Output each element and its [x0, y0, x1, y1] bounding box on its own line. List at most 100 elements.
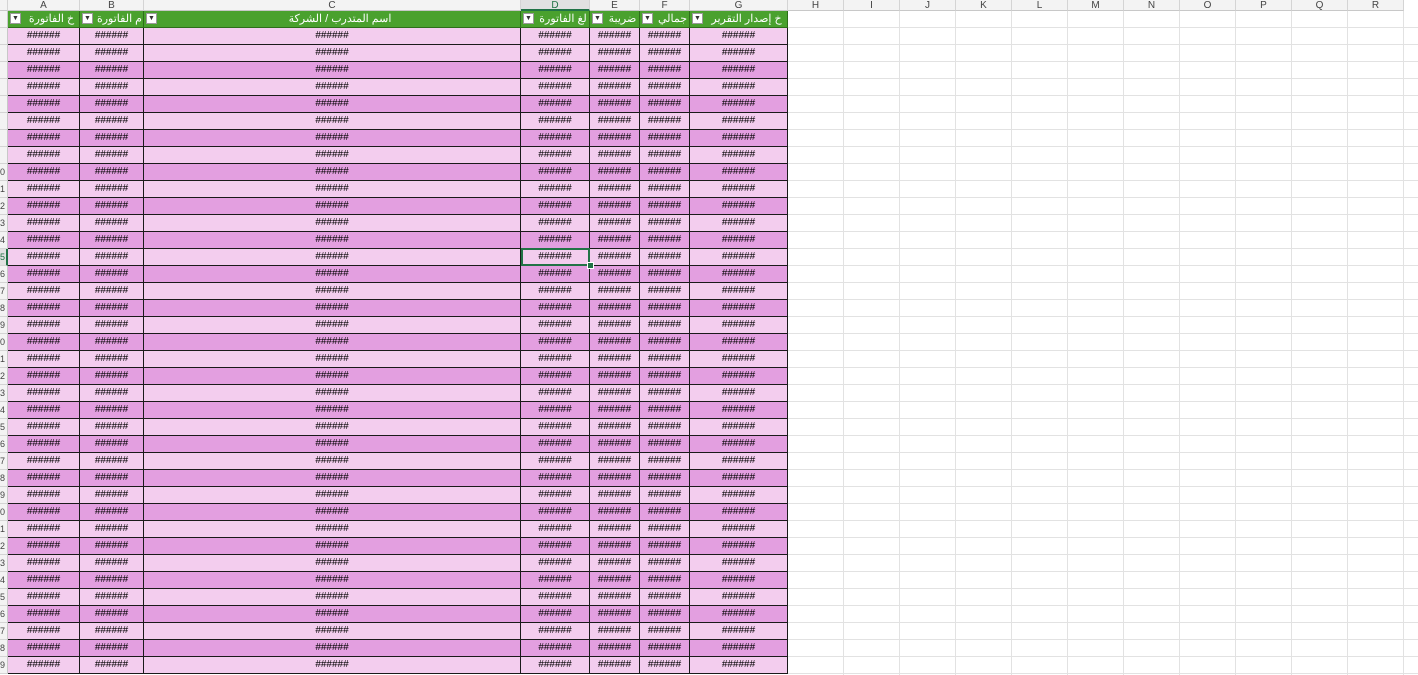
- table-cell[interactable]: ######: [690, 45, 788, 62]
- table-cell[interactable]: ######: [640, 164, 690, 181]
- table-cell[interactable]: ######: [690, 589, 788, 606]
- table-cell[interactable]: ######: [144, 555, 521, 572]
- table-cell[interactable]: ######: [640, 113, 690, 130]
- row-header[interactable]: 4: [0, 232, 8, 249]
- table-cell[interactable]: ######: [590, 249, 640, 266]
- table-cell[interactable]: ######: [8, 130, 80, 147]
- row-header[interactable]: 5: [0, 589, 8, 606]
- table-cell[interactable]: ######: [8, 572, 80, 589]
- table-cell[interactable]: ######: [521, 232, 590, 249]
- table-cell[interactable]: ######: [640, 181, 690, 198]
- table-cell[interactable]: ######: [80, 249, 144, 266]
- table-cell[interactable]: ######: [144, 385, 521, 402]
- table-cell[interactable]: ######: [640, 589, 690, 606]
- table-cell[interactable]: ######: [80, 198, 144, 215]
- table-cell[interactable]: ######: [144, 232, 521, 249]
- table-cell[interactable]: ######: [144, 589, 521, 606]
- table-cell[interactable]: ######: [8, 385, 80, 402]
- table-header-a[interactable]: خ الفاتورة ▼: [8, 11, 80, 28]
- table-cell[interactable]: ######: [8, 555, 80, 572]
- table-cell[interactable]: ######: [640, 249, 690, 266]
- table-cell[interactable]: ######: [521, 164, 590, 181]
- table-cell[interactable]: ######: [144, 657, 521, 674]
- table-cell[interactable]: ######: [690, 317, 788, 334]
- column-header-m[interactable]: M: [1068, 0, 1124, 11]
- table-cell[interactable]: ######: [590, 589, 640, 606]
- table-cell[interactable]: ######: [144, 45, 521, 62]
- table-cell[interactable]: ######: [690, 266, 788, 283]
- row-header[interactable]: 1: [0, 351, 8, 368]
- table-cell[interactable]: ######: [80, 640, 144, 657]
- table-cell[interactable]: ######: [640, 351, 690, 368]
- table-cell[interactable]: ######: [8, 28, 80, 45]
- table-cell[interactable]: ######: [640, 283, 690, 300]
- table-cell[interactable]: ######: [521, 368, 590, 385]
- filter-dropdown-icon[interactable]: ▼: [82, 13, 93, 24]
- row-header[interactable]: 7: [0, 453, 8, 470]
- table-cell[interactable]: ######: [80, 487, 144, 504]
- table-cell[interactable]: ######: [8, 147, 80, 164]
- table-cell[interactable]: ######: [144, 334, 521, 351]
- table-cell[interactable]: ######: [690, 62, 788, 79]
- row-header[interactable]: [0, 11, 8, 28]
- table-cell[interactable]: ######: [8, 334, 80, 351]
- table-cell[interactable]: ######: [144, 436, 521, 453]
- table-cell[interactable]: ######: [590, 572, 640, 589]
- row-header[interactable]: 4: [0, 402, 8, 419]
- table-cell[interactable]: ######: [640, 555, 690, 572]
- table-cell[interactable]: ######: [144, 198, 521, 215]
- table-cell[interactable]: ######: [80, 45, 144, 62]
- table-cell[interactable]: ######: [521, 606, 590, 623]
- table-cell[interactable]: ######: [80, 113, 144, 130]
- table-header-e[interactable]: ضريبة ▼: [590, 11, 640, 28]
- table-cell[interactable]: ######: [521, 487, 590, 504]
- filter-dropdown-icon[interactable]: ▼: [523, 13, 534, 24]
- table-cell[interactable]: ######: [690, 436, 788, 453]
- table-cell[interactable]: ######: [80, 623, 144, 640]
- row-header[interactable]: 3: [0, 555, 8, 572]
- table-cell[interactable]: ######: [8, 181, 80, 198]
- table-cell[interactable]: ######: [80, 334, 144, 351]
- table-cell[interactable]: ######: [690, 249, 788, 266]
- table-cell[interactable]: ######: [8, 436, 80, 453]
- column-header-n[interactable]: N: [1124, 0, 1180, 11]
- table-cell[interactable]: ######: [690, 572, 788, 589]
- table-cell[interactable]: ######: [590, 368, 640, 385]
- table-cell[interactable]: ######: [144, 317, 521, 334]
- table-cell[interactable]: ######: [80, 28, 144, 45]
- table-cell[interactable]: ######: [590, 215, 640, 232]
- row-header[interactable]: 3: [0, 385, 8, 402]
- table-cell[interactable]: ######: [690, 215, 788, 232]
- row-header[interactable]: 9: [0, 657, 8, 674]
- table-cell[interactable]: ######: [144, 147, 521, 164]
- table-cell[interactable]: ######: [144, 504, 521, 521]
- table-cell[interactable]: ######: [144, 521, 521, 538]
- table-cell[interactable]: ######: [521, 334, 590, 351]
- table-cell[interactable]: ######: [144, 572, 521, 589]
- select-all-corner[interactable]: [0, 0, 8, 11]
- column-header-r[interactable]: R: [1348, 0, 1404, 11]
- table-cell[interactable]: ######: [690, 555, 788, 572]
- table-cell[interactable]: ######: [640, 300, 690, 317]
- table-cell[interactable]: ######: [144, 249, 521, 266]
- table-cell[interactable]: ######: [144, 28, 521, 45]
- table-cell[interactable]: ######: [640, 640, 690, 657]
- table-cell[interactable]: ######: [80, 164, 144, 181]
- row-header[interactable]: [0, 113, 8, 130]
- row-header[interactable]: 8: [0, 300, 8, 317]
- table-cell[interactable]: ######: [590, 351, 640, 368]
- table-cell[interactable]: ######: [80, 402, 144, 419]
- table-cell[interactable]: ######: [144, 470, 521, 487]
- table-cell[interactable]: ######: [80, 657, 144, 674]
- table-cell[interactable]: ######: [521, 215, 590, 232]
- table-cell[interactable]: ######: [8, 368, 80, 385]
- table-cell[interactable]: ######: [521, 79, 590, 96]
- table-cell[interactable]: ######: [690, 657, 788, 674]
- table-cell[interactable]: ######: [8, 589, 80, 606]
- table-cell[interactable]: ######: [590, 96, 640, 113]
- filter-dropdown-icon[interactable]: ▼: [146, 13, 157, 24]
- table-cell[interactable]: ######: [521, 266, 590, 283]
- table-cell[interactable]: ######: [8, 606, 80, 623]
- table-cell[interactable]: ######: [8, 45, 80, 62]
- table-cell[interactable]: ######: [521, 28, 590, 45]
